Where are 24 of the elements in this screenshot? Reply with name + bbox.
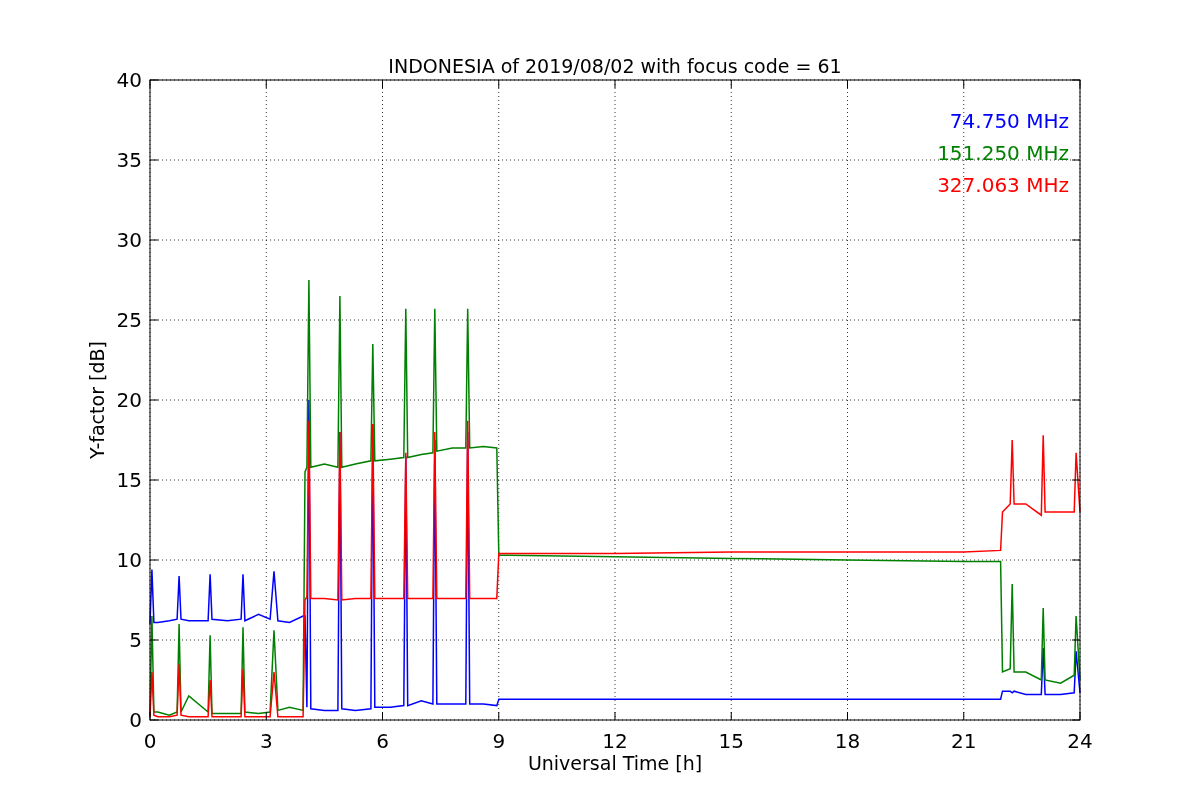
tick-label: 24: [1067, 729, 1093, 753]
tick-label: 3: [259, 729, 273, 753]
legend-label: 151.250 MHz: [937, 141, 1069, 165]
tick-label: 10: [116, 548, 142, 572]
tick-label: 12: [602, 729, 628, 753]
tick-label: 25: [116, 308, 142, 332]
axis-label: Universal Time [h]: [527, 752, 703, 774]
tick-label: 0: [143, 729, 157, 753]
tick-label: 0: [129, 708, 142, 732]
axis-label: Y-factor [dB]: [86, 341, 108, 459]
tick-label: 20: [116, 388, 142, 412]
tick-label: 5: [129, 628, 142, 652]
tick-label: 40: [116, 68, 142, 92]
tick-label: 15: [718, 729, 744, 753]
tick-label: 15: [116, 468, 142, 492]
legend-label: 327.063 MHz: [937, 173, 1069, 197]
tick-label: 6: [376, 729, 389, 753]
chart-title: INDONESIA of 2019/08/02 with focus code = 61: [388, 55, 842, 77]
tick-label: 30: [116, 228, 142, 252]
legend-label: 74.750 MHz: [949, 109, 1069, 133]
tick-label: 9: [492, 729, 506, 753]
tick-label: 21: [951, 729, 977, 753]
tick-label: 35: [116, 148, 142, 172]
tick-label: 18: [834, 729, 861, 753]
